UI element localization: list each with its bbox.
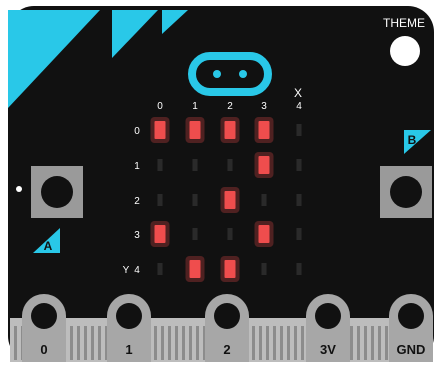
- theme-label: THEME: [383, 16, 425, 30]
- column-label: 4: [296, 101, 302, 112]
- led-off[interactable]: [157, 263, 163, 275]
- led-on[interactable]: [189, 260, 201, 278]
- edge-finger: [98, 326, 101, 360]
- column-label: 1: [192, 101, 198, 112]
- row-label: 0: [134, 126, 140, 137]
- led-off[interactable]: [296, 263, 302, 275]
- column-label: 0: [157, 101, 163, 112]
- led-off[interactable]: [296, 194, 302, 206]
- edge-finger: [189, 326, 192, 360]
- pin-label: 2: [223, 342, 230, 357]
- led-off[interactable]: [157, 194, 163, 206]
- edge-finger: [259, 326, 262, 360]
- led-off[interactable]: [192, 228, 198, 240]
- led-off[interactable]: [296, 124, 302, 136]
- led-on[interactable]: [154, 225, 166, 243]
- edge-finger: [350, 326, 353, 360]
- edge-finger: [266, 326, 269, 360]
- button-b-label: B: [408, 133, 417, 147]
- pin-hole: [31, 303, 57, 329]
- pin-label: GND: [397, 342, 426, 357]
- led-off[interactable]: [296, 159, 302, 171]
- led-on[interactable]: [224, 121, 236, 139]
- row-label: 3: [134, 230, 140, 241]
- edge-finger: [175, 326, 178, 360]
- edge-finger: [70, 326, 73, 360]
- edge-finger: [371, 326, 374, 360]
- row-label: 2: [134, 196, 140, 207]
- pin-label: 0: [40, 342, 47, 357]
- x-axis-title: X: [294, 86, 302, 100]
- led-on[interactable]: [258, 225, 270, 243]
- pin-label: 3V: [320, 342, 336, 357]
- edge-finger: [301, 326, 304, 360]
- edge-finger: [182, 326, 185, 360]
- led-on[interactable]: [154, 121, 166, 139]
- pin-hole: [214, 303, 240, 329]
- pin-hole: [398, 303, 424, 329]
- led-off[interactable]: [227, 228, 233, 240]
- led-off[interactable]: [192, 194, 198, 206]
- pin-hole: [116, 303, 142, 329]
- microbit-board-svg: THEME X Y 0 1 2 3 4 0 1 2 3 4 A B 0 1 2 3V GND: [8, 6, 441, 362]
- row-label: 4: [134, 265, 140, 276]
- edge-finger: [161, 326, 164, 360]
- edge-finger: [77, 326, 80, 360]
- edge-finger: [385, 326, 388, 360]
- led-on[interactable]: [189, 121, 201, 139]
- led-off[interactable]: [261, 194, 267, 206]
- edge-finger: [357, 326, 360, 360]
- column-label: 2: [227, 101, 233, 112]
- pin-label: 1: [125, 342, 132, 357]
- button-b[interactable]: [380, 166, 441, 218]
- led-off[interactable]: [192, 159, 198, 171]
- edge-finger: [252, 326, 255, 360]
- edge-finger: [154, 326, 157, 360]
- led-on[interactable]: [224, 260, 236, 278]
- edge-finger: [91, 326, 94, 360]
- theme-circle-icon[interactable]: [390, 36, 420, 66]
- edge-finger: [378, 326, 381, 360]
- edge-finger: [287, 326, 290, 360]
- y-axis-title: Y: [123, 265, 130, 276]
- edge-finger: [273, 326, 276, 360]
- edge-finger: [14, 326, 17, 360]
- column-label: 3: [261, 101, 267, 112]
- led-off[interactable]: [261, 263, 267, 275]
- led-off[interactable]: [227, 159, 233, 171]
- microbit-simulator: THEME X Y 0 1 2 3 4 0 1 2 3 4 A B 0 1 2 3V GND: [0, 0, 441, 367]
- button-a-label: A: [44, 239, 53, 253]
- edge-finger: [168, 326, 171, 360]
- edge-finger: [364, 326, 367, 360]
- led-off[interactable]: [157, 159, 163, 171]
- led-off[interactable]: [296, 228, 302, 240]
- edge-finger: [294, 326, 297, 360]
- pin-hole: [315, 303, 341, 329]
- edge-finger: [280, 326, 283, 360]
- edge-finger: [196, 326, 199, 360]
- row-label: 1: [134, 161, 140, 172]
- led-on[interactable]: [224, 191, 236, 209]
- edge-finger: [84, 326, 87, 360]
- led-on[interactable]: [258, 121, 270, 139]
- led-on[interactable]: [258, 156, 270, 174]
